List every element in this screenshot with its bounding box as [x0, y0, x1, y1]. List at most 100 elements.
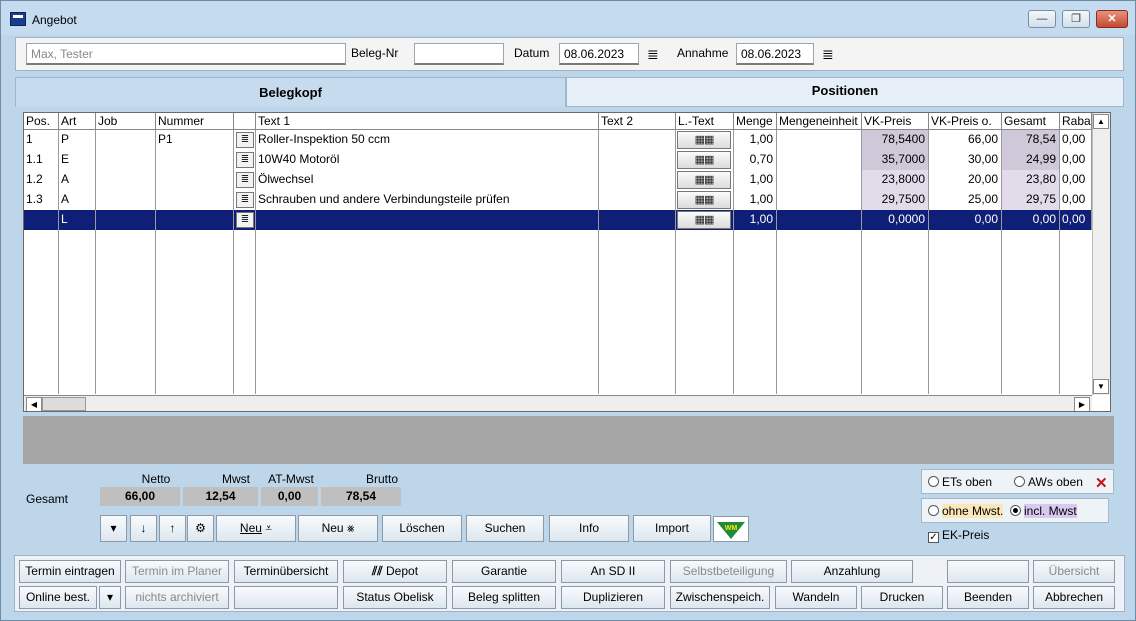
calendar-icon[interactable]: ≣: [822, 47, 834, 61]
cell-pos[interactable]: [24, 210, 59, 230]
text-edit-icon[interactable]: ≣: [236, 192, 254, 208]
minimize-button[interactable]: —: [1028, 10, 1056, 28]
cell-einheit[interactable]: [777, 130, 862, 150]
cell-menge[interactable]: 0,70: [734, 150, 777, 170]
table-row[interactable]: 1.3 A ≣ Schrauben und andere Verbindungs…: [24, 190, 1092, 210]
cell-text1[interactable]: Schrauben und andere Verbindungsteile pr…: [256, 190, 599, 210]
cell-job[interactable]: [96, 210, 156, 230]
anzahlung-button[interactable]: Anzahlung: [791, 560, 913, 583]
cell-einheit[interactable]: [777, 210, 862, 230]
cell-nummer[interactable]: [156, 170, 234, 190]
cell-text1[interactable]: 10W40 Motoröl: [256, 150, 599, 170]
col-pos[interactable]: Pos.: [24, 113, 59, 130]
scroll-down-icon[interactable]: ▼: [1093, 379, 1109, 394]
annahme-field[interactable]: 08.06.2023: [736, 43, 814, 65]
cell-vk-preis-o[interactable]: 0,00: [929, 210, 1002, 230]
wm-logo-button[interactable]: WM: [713, 516, 749, 542]
langtext-icon[interactable]: ▦▦: [677, 171, 731, 189]
selbstbeteiligung-button[interactable]: Selbstbeteiligung: [670, 560, 787, 583]
scroll-left-icon[interactable]: ◀: [26, 397, 42, 411]
tab-positionen[interactable]: Positionen: [566, 77, 1124, 107]
wandeln-button[interactable]: Wandeln: [775, 586, 857, 609]
cell-text2[interactable]: [599, 190, 676, 210]
cell-gesamt[interactable]: 29,75: [1002, 190, 1060, 210]
termin-eintragen-button[interactable]: Termin eintragen: [19, 560, 121, 583]
cell-pos[interactable]: 1: [24, 130, 59, 150]
online-best-button[interactable]: Online best.: [19, 586, 97, 609]
loeschen-button[interactable]: Löschen: [382, 515, 462, 542]
col-nummer[interactable]: Nummer: [156, 113, 234, 130]
empty-button-2[interactable]: [234, 586, 338, 609]
cell-text1[interactable]: Roller-Inspektion 50 ccm: [256, 130, 599, 150]
cell-menge[interactable]: 1,00: [734, 190, 777, 210]
horizontal-scrollbar[interactable]: ◀ ▶: [24, 395, 1092, 411]
cell-job[interactable]: [96, 130, 156, 150]
cell-vk-preis[interactable]: 29,7500: [862, 190, 929, 210]
beleg-field[interactable]: [414, 43, 504, 65]
langtext-icon[interactable]: ▦▦: [677, 191, 731, 209]
cell-gesamt[interactable]: 0,00: [1002, 210, 1060, 230]
cell-vk-preis-o[interactable]: 20,00: [929, 170, 1002, 190]
langtext-icon[interactable]: ▦▦: [677, 151, 731, 169]
import-button[interactable]: Import: [633, 515, 711, 542]
cell-pos[interactable]: 1.1: [24, 150, 59, 170]
cell-text1[interactable]: Ölwechsel: [256, 170, 599, 190]
dropdown-icon[interactable]: ▾: [100, 515, 127, 542]
text-edit-icon[interactable]: ≣: [236, 132, 254, 148]
cell-einheit[interactable]: [777, 150, 862, 170]
status-obelisk-button[interactable]: Status Obelisk: [343, 586, 447, 609]
cell-nummer[interactable]: [156, 150, 234, 170]
col-vk-preis[interactable]: VK-Preis: [862, 113, 929, 130]
langtext-icon[interactable]: ▦▦: [677, 131, 731, 149]
col-ltext[interactable]: L.-Text: [676, 113, 734, 130]
incl-mwst-radio[interactable]: incl. Mwst: [1010, 504, 1077, 518]
col-text2[interactable]: Text 2: [599, 113, 676, 130]
settings-icon[interactable]: ⚙: [187, 515, 214, 542]
cell-nummer[interactable]: [156, 210, 234, 230]
cell-art[interactable]: A: [59, 190, 96, 210]
cell-einheit[interactable]: [777, 170, 862, 190]
col-text1[interactable]: Text 1: [256, 113, 599, 130]
cell-rabatt[interactable]: 0,00: [1060, 150, 1092, 170]
cell-vk-preis-o[interactable]: 66,00: [929, 130, 1002, 150]
cell-text2[interactable]: [599, 130, 676, 150]
cell-nummer[interactable]: P1: [156, 130, 234, 150]
cell-vk-preis[interactable]: 0,0000: [862, 210, 929, 230]
vertical-scrollbar[interactable]: ▲ ▼: [1092, 113, 1110, 395]
drucken-button[interactable]: Drucken: [861, 586, 943, 609]
cell-art[interactable]: P: [59, 130, 96, 150]
suchen-button[interactable]: Suchen: [466, 515, 544, 542]
col-rabatt[interactable]: Rabatt: [1060, 113, 1092, 130]
table-row[interactable]: 1.2 A ≣ Ölwechsel ▦▦ 1,00 23,8000 20,00 …: [24, 170, 1092, 190]
scroll-right-icon[interactable]: ▶: [1074, 397, 1090, 411]
cell-text2[interactable]: [599, 150, 676, 170]
terminuebersicht-button[interactable]: Terminübersicht: [234, 560, 338, 583]
nichts-archiviert-button[interactable]: nichts archiviert: [125, 586, 229, 609]
cell-einheit[interactable]: [777, 190, 862, 210]
cell-menge[interactable]: 1,00: [734, 210, 777, 230]
langtext-icon[interactable]: ▦▦: [677, 211, 731, 229]
termin-im-planer-button[interactable]: Termin im Planer: [125, 560, 229, 583]
tab-belegkopf[interactable]: Belegkopf: [15, 77, 566, 107]
cell-job[interactable]: [96, 190, 156, 210]
cell-vk-preis[interactable]: 23,8000: [862, 170, 929, 190]
calendar-icon[interactable]: ≣: [647, 47, 659, 61]
col-vk-preis-o[interactable]: VK-Preis o.: [929, 113, 1002, 130]
cell-menge[interactable]: 1,00: [734, 170, 777, 190]
cell-rabatt[interactable]: 0,00: [1060, 170, 1092, 190]
cell-gesamt[interactable]: 78,54: [1002, 130, 1060, 150]
maximize-button[interactable]: ❐: [1062, 10, 1090, 28]
cell-art[interactable]: L: [59, 210, 96, 230]
col-job[interactable]: Job: [96, 113, 156, 130]
close-button[interactable]: ✕: [1096, 10, 1128, 28]
scroll-up-icon[interactable]: ▲: [1093, 114, 1109, 129]
datum-field[interactable]: 08.06.2023: [559, 43, 639, 65]
online-dropdown-icon[interactable]: ▾: [99, 586, 121, 609]
cell-vk-preis[interactable]: 78,5400: [862, 130, 929, 150]
cell-pos[interactable]: 1.3: [24, 190, 59, 210]
table-row-selected[interactable]: L ≣ ▦▦ 1,00 0,0000 0,00 0,00 0,00: [24, 210, 1092, 230]
uebersicht-button[interactable]: Übersicht: [1033, 560, 1115, 583]
cell-rabatt[interactable]: 0,00: [1060, 210, 1092, 230]
empty-button[interactable]: [947, 560, 1029, 583]
ohne-mwst-radio[interactable]: ohne Mwst.: [928, 504, 1004, 518]
